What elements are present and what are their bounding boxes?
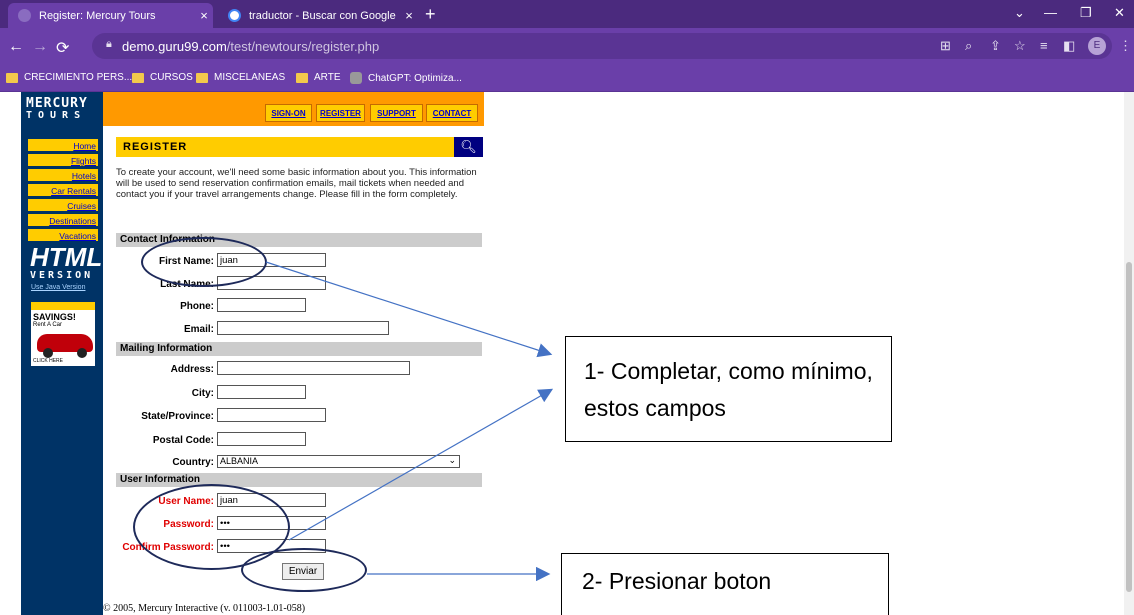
arrow-firstname (265, 261, 553, 358)
instruction-callout-1: 1- Completar, como mínimo, estos campos (565, 336, 892, 442)
arrow-userinfo (288, 388, 554, 541)
annotation-arrows (265, 261, 554, 582)
instruction-callout-2: 2- Presionar boton (561, 553, 889, 615)
